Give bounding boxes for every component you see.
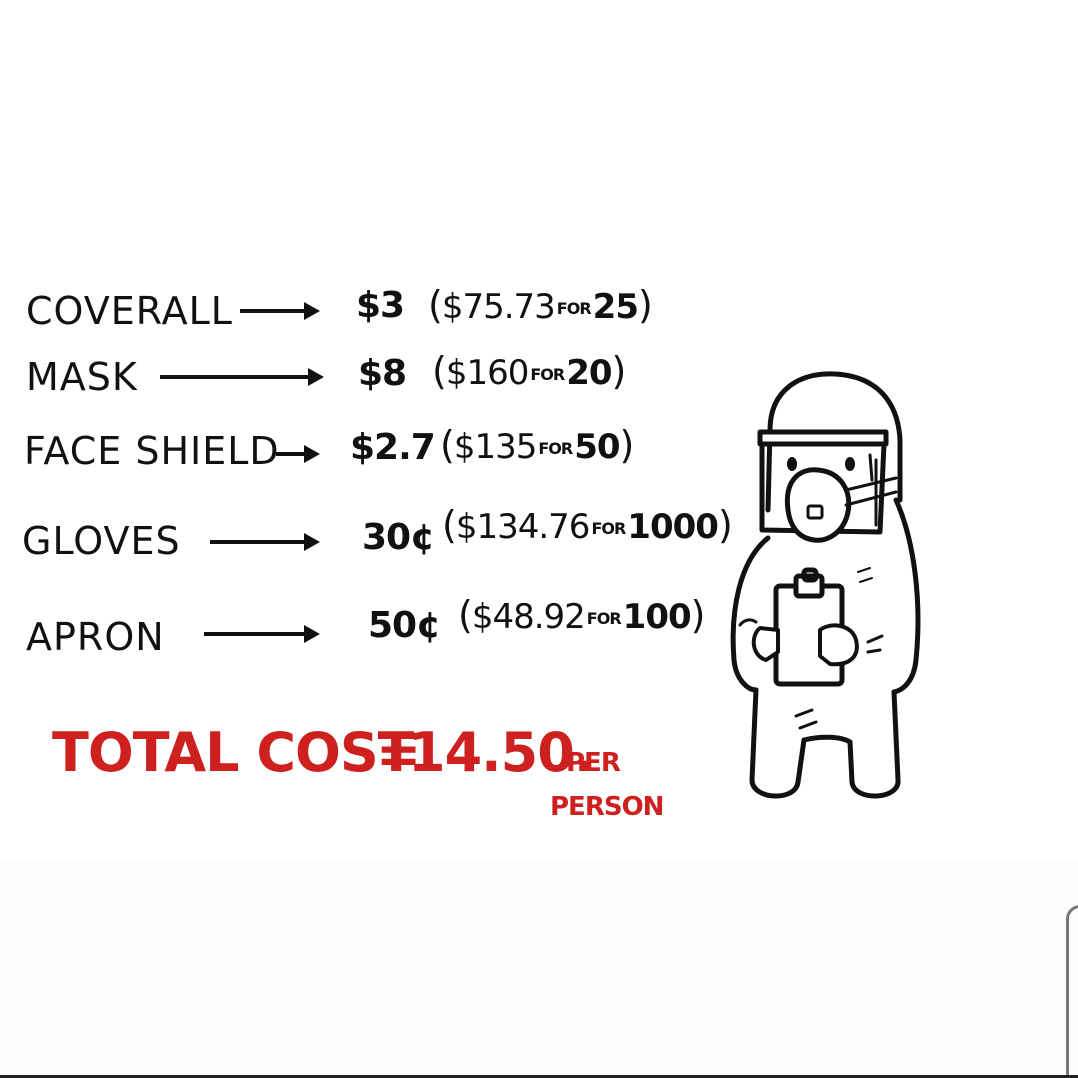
bulk-price-gloves: ($134.76 FOR1000): [442, 503, 733, 547]
bulk-amount: $48.92: [471, 597, 586, 637]
bulk-amount: $135: [453, 427, 538, 467]
corner-edge: [1066, 905, 1078, 1078]
item-name-apron: APRON: [26, 615, 165, 659]
total-cost-label: TOTAL COST: [52, 721, 415, 784]
arrow-icon: [160, 368, 324, 386]
item-name-face-shield: FACE SHIELD: [24, 429, 280, 473]
total-per: PER: [566, 748, 621, 778]
arrow-icon: [240, 302, 320, 320]
bulk-price-face-shield: ($135 FOR50): [440, 423, 634, 467]
bulk-price-apron: ($48.92 FOR100): [458, 593, 705, 637]
arrow-icon: [204, 625, 320, 643]
total-person: PERSON: [550, 792, 664, 822]
bulk-for: FOR: [530, 364, 565, 384]
item-name-coverall: COVERALL: [26, 289, 233, 333]
bulk-quantity: 50: [574, 427, 620, 467]
bulk-for: FOR: [538, 438, 573, 458]
bulk-for: FOR: [586, 608, 622, 628]
bulk-for: FOR: [556, 298, 592, 318]
bulk-price-mask: ($160 FOR20): [432, 349, 626, 393]
bulk-price-coverall: ($75.73 FOR25): [428, 283, 653, 327]
bulk-quantity: 25: [592, 287, 639, 327]
background-band: [0, 860, 1078, 1078]
bulk-amount: $75.73: [441, 287, 556, 327]
item-price-gloves: 30¢: [362, 517, 435, 558]
bulk-quantity: 100: [622, 597, 692, 637]
bulk-amount: $134.76: [455, 507, 591, 547]
ppe-person-illustration: [730, 371, 921, 799]
item-price-coverall: $3: [356, 285, 405, 326]
item-name-gloves: GLOVES: [22, 519, 181, 563]
item-price-mask: $8: [358, 353, 407, 394]
bulk-for: FOR: [591, 518, 626, 538]
arrow-icon: [210, 533, 320, 551]
bulk-quantity: 20: [566, 353, 612, 393]
bulk-amount: $160: [445, 353, 530, 393]
arrow-icon: [276, 445, 320, 463]
item-price-face-shield: $2.7: [350, 427, 436, 468]
item-price-apron: 50¢: [368, 605, 441, 646]
item-name-mask: MASK: [26, 355, 138, 399]
ppe-cost-drawing: COVERALL $3 ($75.73 FOR25) MASK $8 ($160 F…: [0, 0, 1078, 1078]
